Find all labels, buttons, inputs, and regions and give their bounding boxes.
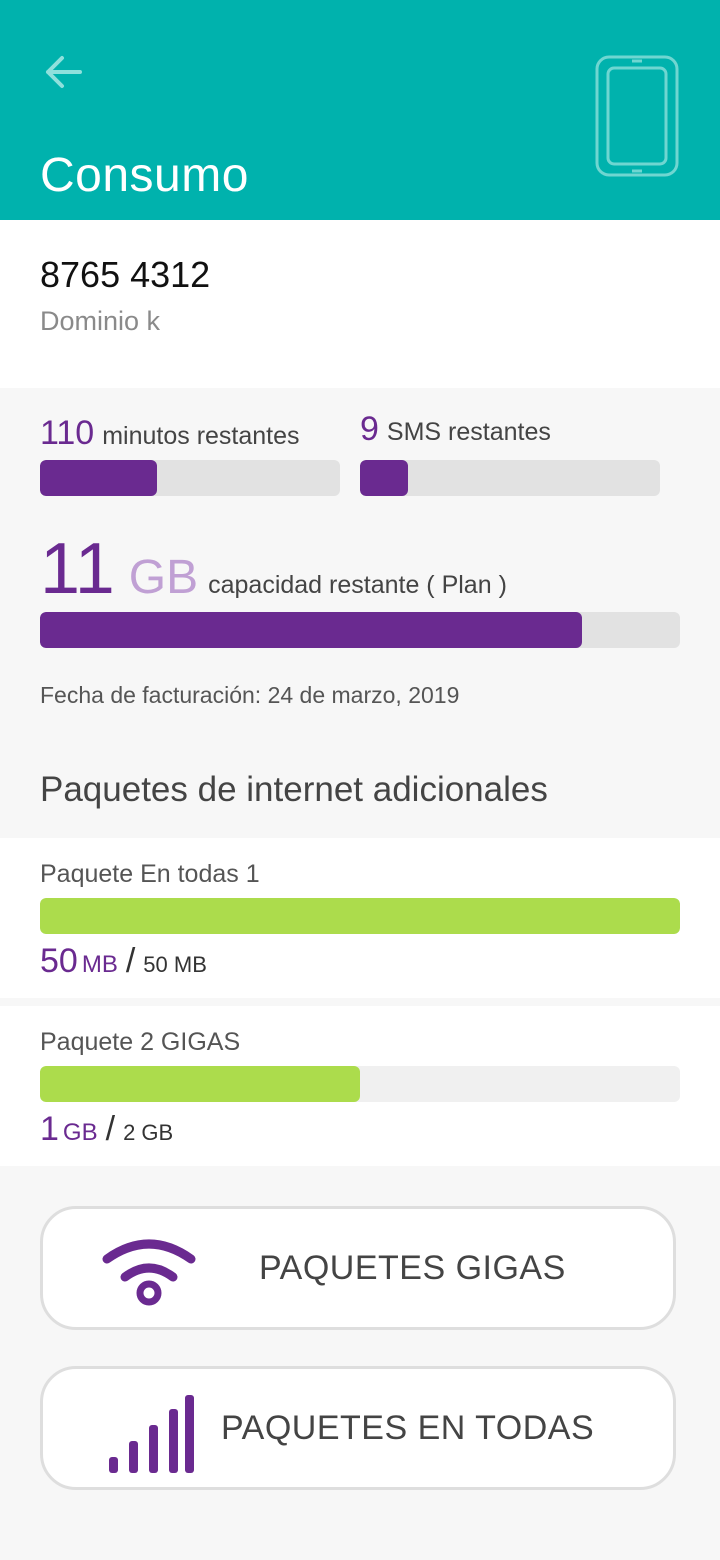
sms-value: 9	[360, 410, 379, 448]
sms-remaining: 9 SMS restantes	[360, 410, 551, 449]
minutes-progress-bar	[40, 460, 340, 496]
package-card: Paquete 2 GIGAS 1 GB / 2 GB	[0, 1006, 720, 1166]
package-amount: 50 MB / 50 MB	[40, 942, 207, 981]
data-progress-fill	[40, 612, 583, 648]
package-used: 1	[40, 1110, 59, 1148]
data-label: capacidad restante ( Plan )	[208, 571, 507, 599]
minutes-value: 110	[40, 414, 95, 452]
phone-icon	[595, 55, 679, 177]
minutes-remaining: 110 minutos restantes	[40, 414, 300, 453]
arrow-left-icon	[46, 56, 82, 88]
phone-number: 8765 4312	[40, 254, 211, 295]
sms-progress-fill	[360, 460, 408, 496]
package-progress-bar	[40, 1066, 680, 1102]
account-name: Dominio k	[40, 306, 161, 336]
data-unit: GB	[128, 551, 199, 604]
wifi-icon	[102, 1239, 196, 1306]
package-progress-fill	[40, 898, 680, 934]
package-used-unit: GB	[62, 1119, 98, 1146]
package-total: 2 GB	[123, 1120, 174, 1145]
billing-date: Fecha de facturación: 24 de marzo, 2019	[40, 682, 460, 708]
package-slash: /	[125, 942, 136, 980]
section-title: Paquetes de internet adicionales	[40, 770, 548, 809]
page-title: Consumo	[40, 149, 249, 202]
package-card: Paquete En todas 1 50 MB / 50 MB	[0, 838, 720, 998]
app-header: Consumo	[0, 0, 720, 220]
package-name: Paquete 2 GIGAS	[40, 1028, 241, 1056]
minutes-label: minutos restantes	[102, 422, 300, 450]
usage-summary: 110 minutos restantes 9 SMS restantes 11 GB…	[0, 388, 720, 838]
package-used: 50	[40, 942, 78, 980]
package-progress-bar	[40, 898, 680, 934]
package-amount: 1 GB / 2 GB	[40, 1110, 173, 1149]
minutes-progress-fill	[40, 460, 157, 496]
package-name: Paquete En todas 1	[40, 860, 260, 888]
data-value: 11	[40, 529, 115, 609]
package-total: 50 MB	[143, 952, 207, 977]
paquetes-gigas-button[interactable]: PAQUETES GIGAS	[40, 1206, 676, 1330]
sms-label: SMS restantes	[386, 418, 551, 446]
account-info: 8765 4312 Dominio k	[0, 220, 720, 388]
package-used-unit: MB	[81, 951, 118, 978]
data-progress-bar	[40, 612, 680, 648]
back-button[interactable]	[40, 50, 88, 94]
signal-bars-icon	[109, 1395, 194, 1473]
package-slash: /	[105, 1110, 116, 1148]
paquetes-en-todas-label: PAQUETES EN TODAS	[221, 1409, 595, 1447]
sms-progress-bar	[360, 460, 660, 496]
paquetes-gigas-label: PAQUETES GIGAS	[259, 1249, 566, 1287]
paquetes-en-todas-button[interactable]: PAQUETES EN TODAS	[40, 1366, 676, 1490]
package-progress-fill	[40, 1066, 360, 1102]
data-remaining: 11 GB capacidad restante ( Plan )	[40, 528, 507, 610]
